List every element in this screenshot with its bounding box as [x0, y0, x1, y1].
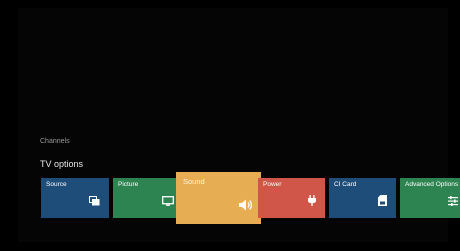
tile-advanced-options[interactable]: Advanced Options — [400, 178, 460, 218]
tile-source-label: Source — [46, 181, 67, 188]
tile-ci-card-label: CI Card — [334, 181, 357, 188]
tile-sound[interactable]: Sound — [176, 172, 261, 224]
tile-sound-label: Sound — [183, 177, 205, 186]
tile-advanced-options-label: Advanced Options — [405, 181, 459, 188]
tile-power-label: Power — [263, 181, 282, 188]
source-icon — [89, 193, 100, 211]
speaker-icon — [239, 198, 253, 216]
tile-source[interactable]: Source — [41, 178, 109, 218]
monitor-icon — [162, 193, 174, 211]
settings-sliders-icon — [448, 193, 458, 211]
plug-icon — [308, 193, 316, 211]
tile-power[interactable]: Power — [258, 178, 325, 218]
tile-ci-card[interactable]: CI Card — [329, 178, 396, 218]
tv-options-title: TV options — [40, 159, 84, 169]
tile-picture[interactable]: Picture — [113, 178, 183, 218]
sd-card-icon — [378, 193, 387, 211]
channels-section-label: Channels — [40, 138, 70, 145]
tile-picture-label: Picture — [118, 181, 139, 188]
